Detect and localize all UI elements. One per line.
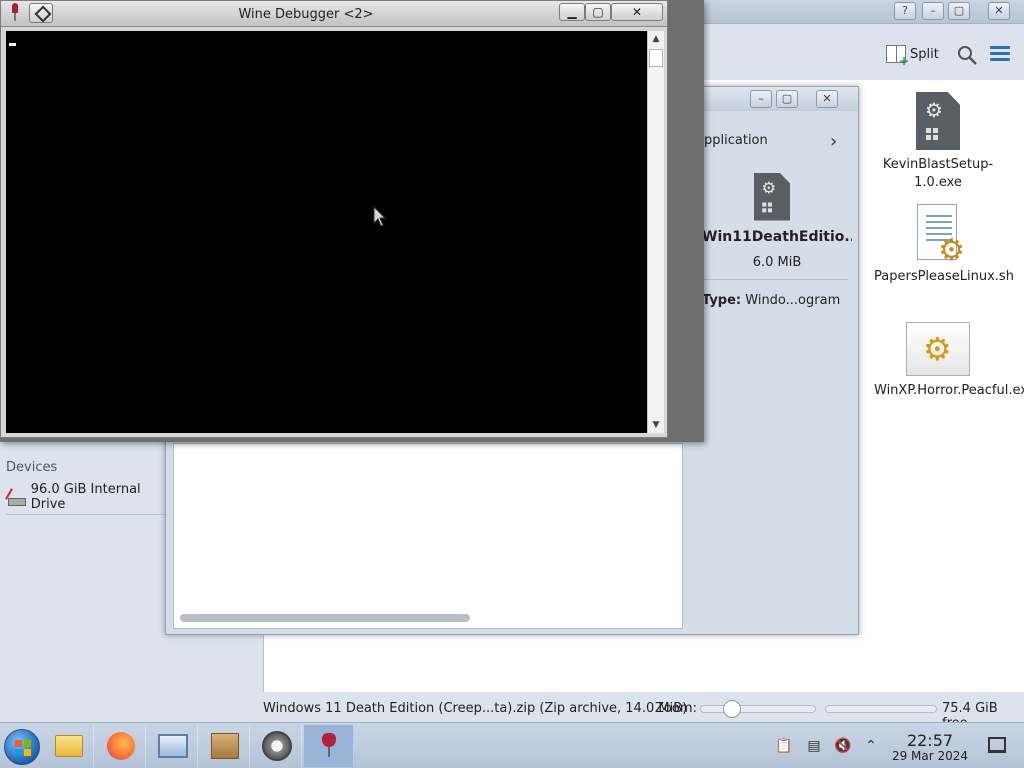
taskbar-item-system-monitor[interactable] <box>252 725 302 767</box>
file-name: WinXP.Horror.Peacful.exe <box>874 383 1024 398</box>
places-panel: Devices 96.0 GiB Internal Drive <box>0 440 170 520</box>
taskbar-item-wine[interactable] <box>304 725 354 767</box>
close-button[interactable]: ✕ <box>988 2 1010 20</box>
help-button[interactable]: ? <box>894 2 916 20</box>
chevron-right-icon[interactable]: › <box>830 131 837 152</box>
exe-icon: ⚙ <box>916 92 960 150</box>
minimize-button[interactable]: ▁ <box>559 3 585 21</box>
sidebar-item-internal-drive[interactable]: 96.0 GiB Internal Drive <box>6 482 170 515</box>
clock-time[interactable]: 22:57 <box>892 731 968 750</box>
zoom-slider[interactable] <box>700 700 816 718</box>
firefox-icon <box>106 732 135 760</box>
info-type-heading: pplication <box>704 133 768 148</box>
archive-file-list[interactable] <box>173 443 683 629</box>
file-item[interactable]: ⚙ WinXP.Horror.Peacful.exe <box>874 322 1024 400</box>
close-button[interactable]: ✕ <box>816 90 838 108</box>
start-menu-button[interactable] <box>4 729 40 765</box>
info-type-key: Type: <box>702 293 742 308</box>
script-icon: ⚙ <box>915 204 965 266</box>
file-item[interactable]: ⚙ KevinBlastSetup-1.0.exe <box>874 92 1002 192</box>
split-label: Split <box>910 46 939 62</box>
devices-heading: Devices <box>6 460 58 475</box>
scroll-down-icon[interactable]: ▼ <box>648 417 664 433</box>
info-size: 6.0 MiB <box>752 255 802 270</box>
split-icon <box>886 45 909 68</box>
taskbar-item-system-settings[interactable] <box>148 725 198 767</box>
status-bar: Windows 11 Death Edition (Creep...ta).zi… <box>0 696 1024 731</box>
file-item[interactable]: ⚙ PapersPleaseLinux.sh <box>874 204 1014 286</box>
file-manager-toolbar: Split <box>700 30 1024 78</box>
split-view-button[interactable]: Split <box>886 42 939 68</box>
show-desktop-icon[interactable] <box>988 737 1006 753</box>
info-type-row: Type: Windo...ogram <box>702 293 852 308</box>
info-panel: pplication › ⚙ Win11DeathEditio... 6.0 M… <box>702 117 852 377</box>
wine-debugger-window: Wine Debugger <2> ▁ ▢ ✕ ▲ ▼ <box>0 0 704 442</box>
monitor-icon <box>157 734 188 758</box>
hamburger-menu-icon[interactable] <box>990 46 1010 62</box>
wine-debugger-titlebar[interactable]: Wine Debugger <2> ▁ ▢ ✕ <box>1 1 667 27</box>
folder-icon <box>54 735 83 757</box>
vertical-scrollbar[interactable]: ▲ ▼ <box>647 31 664 433</box>
status-text: Windows 11 Death Edition (Creep...ta).zi… <box>263 701 688 716</box>
divider <box>702 279 848 280</box>
minimize-button[interactable]: – <box>922 2 944 20</box>
free-space-bar <box>825 705 937 713</box>
restore-button[interactable]: ▢ <box>948 2 970 20</box>
wine-debugger-frame: Wine Debugger <2> ▁ ▢ ✕ ▲ ▼ <box>0 0 668 438</box>
horizontal-scrollbar[interactable] <box>180 614 470 622</box>
console-output[interactable] <box>6 31 647 433</box>
drive-icon <box>6 488 26 506</box>
close-button[interactable]: ✕ <box>611 3 663 21</box>
minimize-button[interactable]: – <box>750 90 772 108</box>
volume-muted-icon[interactable]: 🔇 <box>834 737 852 755</box>
wine-icon <box>321 733 336 759</box>
taskbar-item-firefox[interactable] <box>96 725 146 767</box>
taskbar-item-archive-manager[interactable] <box>200 725 250 767</box>
info-type-value: Windo...ogram <box>745 293 841 308</box>
file-name: PapersPleaseLinux.sh <box>874 269 1014 284</box>
wine-exe-icon: ⚙ <box>906 322 970 376</box>
window-title: Wine Debugger <2> <box>238 7 374 22</box>
file-name: KevinBlastSetup-1.0.exe <box>882 157 994 190</box>
mouse-pointer-icon <box>373 206 387 227</box>
scrollbar-thumb[interactable] <box>649 49 663 67</box>
maximize-button[interactable]: ▢ <box>585 3 611 21</box>
taskbar: 📋 ▤ 🔇 ⌃ 22:57 29 Mar 2024 <box>0 722 1024 768</box>
clipboard-icon[interactable]: 📋 <box>775 737 793 755</box>
box-icon <box>210 733 239 759</box>
text-cursor <box>9 43 16 46</box>
info-filename: Win11DeathEditio... <box>702 229 852 245</box>
search-icon[interactable] <box>956 44 978 66</box>
scroll-up-icon[interactable]: ▲ <box>648 31 664 47</box>
maximize-button[interactable]: ▢ <box>776 90 798 108</box>
gauge-icon <box>261 731 292 761</box>
notes-icon[interactable]: ▤ <box>805 737 823 755</box>
taskbar-item-file-manager[interactable] <box>44 725 94 767</box>
chevron-up-icon[interactable]: ⌃ <box>862 737 880 755</box>
exe-icon: ⚙ <box>754 173 791 225</box>
clock-date[interactable]: 29 Mar 2024 <box>886 749 974 763</box>
drive-label: 96.0 GiB Internal Drive <box>30 482 141 512</box>
zoom-label: Zoom: <box>655 701 697 716</box>
zoom-slider-handle[interactable] <box>723 700 741 718</box>
